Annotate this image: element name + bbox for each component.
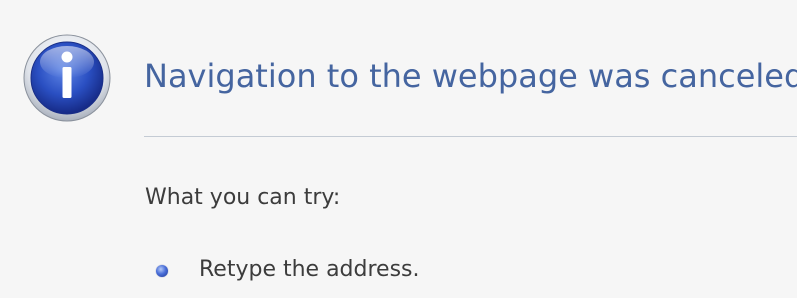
what-you-can-try-label: What you can try:: [145, 185, 341, 210]
bullet-icon: [156, 265, 168, 277]
suggestion-item: Retype the address.: [145, 255, 420, 285]
suggestion-text: Retype the address.: [199, 257, 420, 282]
info-icon: [23, 34, 111, 122]
suggestion-list: Retype the address.: [145, 255, 420, 285]
page-title: Navigation to the webpage was canceled: [144, 57, 797, 95]
title-divider: [144, 136, 797, 137]
